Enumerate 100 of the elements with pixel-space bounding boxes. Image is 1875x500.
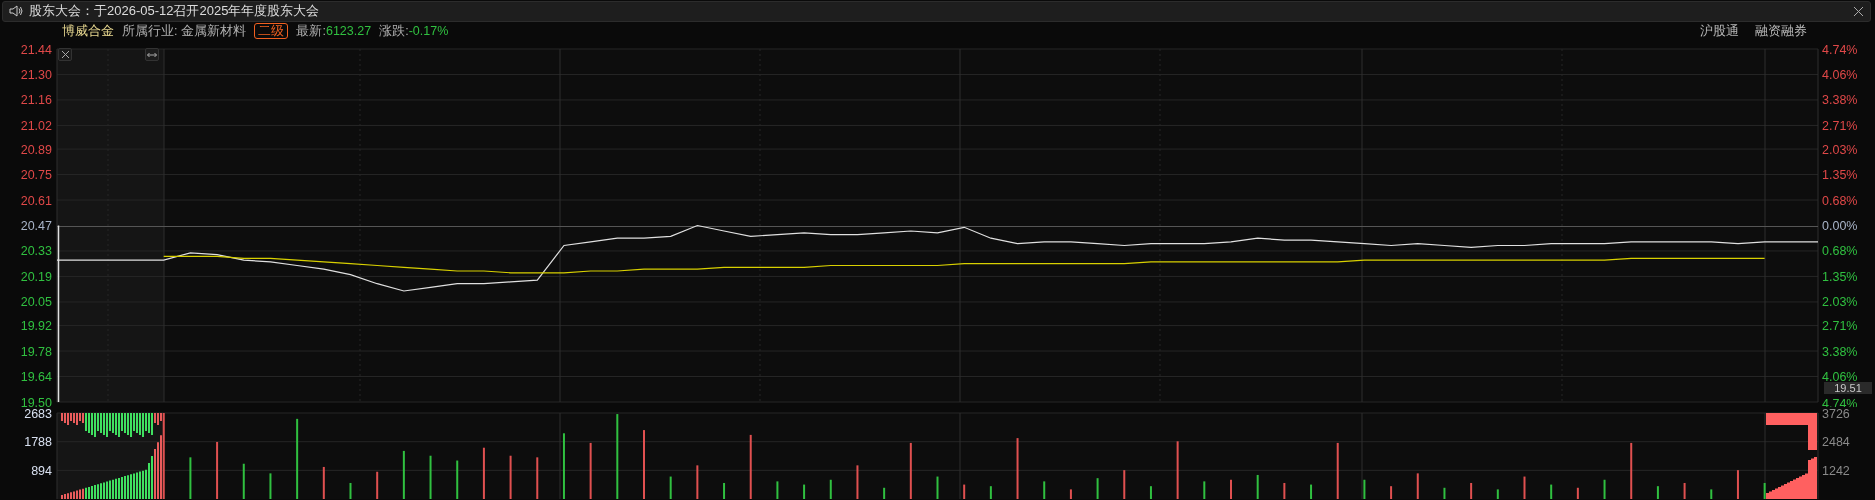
axis-label: 21.16 — [20, 93, 52, 108]
volume-bar — [509, 455, 512, 499]
volume-bar — [1710, 489, 1713, 499]
speaker-icon — [9, 5, 23, 18]
volume-bar — [562, 433, 565, 499]
industry-name: 金属新材料 — [181, 22, 247, 40]
axis-label: 2.03% — [1822, 295, 1858, 310]
volume-bar — [1683, 482, 1686, 499]
volume-bar — [669, 476, 672, 499]
close-button[interactable] — [58, 48, 72, 61]
volume-bar — [429, 455, 432, 499]
axis-label: 21.02 — [20, 118, 52, 133]
volume-bar — [402, 450, 405, 499]
axis-label: 4.74% — [1822, 396, 1858, 407]
axis-label: 20.33 — [20, 244, 52, 259]
axis-label: 1.35% — [1822, 168, 1858, 183]
volume-bar — [803, 484, 806, 499]
volume-bar — [482, 447, 485, 499]
volume-bar — [723, 482, 726, 499]
axis-label: 2.03% — [1822, 142, 1858, 157]
notice-text: 股东大会：于2026-05-12召开2025年年度股东大会 — [29, 2, 321, 21]
volume-bar — [1096, 478, 1099, 499]
axis-label: 1.35% — [1822, 269, 1858, 284]
resize-button[interactable] — [145, 48, 159, 61]
axis-label: 2683 — [24, 407, 52, 421]
volume-bar — [1283, 482, 1286, 499]
axis-label: 2.71% — [1822, 118, 1858, 133]
volume-bar — [1523, 476, 1526, 499]
close-icon — [1853, 5, 1864, 17]
double-arrow-icon — [147, 51, 157, 58]
axis-label: 4.06% — [1822, 370, 1858, 385]
industry-label: 所属行业: — [122, 22, 178, 40]
axis-label: 894 — [31, 463, 52, 478]
volume-bar — [936, 476, 939, 499]
axis-label: 4.06% — [1822, 67, 1858, 82]
volume-bar — [696, 465, 699, 499]
volume-bar — [589, 442, 592, 499]
volume-bar — [536, 457, 539, 499]
volume-bar — [989, 486, 992, 499]
close-button[interactable] — [1853, 5, 1864, 17]
axis-label: 4.74% — [1822, 42, 1858, 57]
volume-bar — [1256, 474, 1259, 499]
volume-bar — [1043, 481, 1046, 499]
volume-bar — [1443, 487, 1446, 499]
volume-bar — [1363, 479, 1366, 499]
axis-label: 1788 — [24, 435, 52, 450]
axis-label: 20.89 — [20, 142, 52, 157]
axis-label: 0.00% — [1822, 219, 1858, 233]
volume-bar — [1656, 486, 1659, 499]
volume-bar — [242, 463, 245, 499]
volume-bar — [1416, 473, 1419, 499]
axis-label: 0.68% — [1822, 244, 1858, 259]
axis-label: 21.30 — [20, 67, 52, 82]
axis-label: 20.47 — [20, 219, 52, 233]
axis-label: 20.61 — [20, 193, 52, 208]
axis-label: 19.92 — [20, 319, 52, 334]
axis-label: 19.50 — [20, 395, 52, 407]
volume-bar — [1576, 487, 1579, 499]
volume-bar — [269, 473, 272, 499]
volume-bar — [376, 471, 379, 499]
axis-label: 20.19 — [20, 269, 52, 284]
volume-bar — [963, 484, 966, 499]
volume-bar — [776, 481, 779, 499]
volume-bar — [1496, 489, 1499, 499]
change-label: 涨跌: — [379, 22, 409, 40]
axis-label: 0.68% — [1822, 193, 1858, 208]
axis-label: 3726 — [1822, 407, 1850, 421]
volume-bar — [1763, 482, 1766, 499]
volume-bar — [856, 465, 859, 499]
volume-bar — [909, 442, 912, 499]
axis-label: 2484 — [1822, 435, 1850, 450]
axis-label: 19.64 — [20, 370, 52, 385]
volume-bar — [1336, 442, 1339, 499]
volume-bar — [349, 482, 352, 499]
volume-bar — [1630, 442, 1633, 499]
axis-label: 21.44 — [20, 42, 52, 57]
market-tag: 融资融券 — [1755, 22, 1807, 40]
axis-label: 19.78 — [20, 344, 52, 359]
close-icon — [60, 50, 70, 59]
market-tag: 沪股通 — [1700, 22, 1739, 40]
volume-bar — [1390, 486, 1393, 499]
volume-bar — [1550, 484, 1553, 499]
volume-bar — [1176, 441, 1179, 499]
level-badge: 二级 — [254, 23, 289, 40]
volume-bar — [322, 466, 325, 499]
axis-label: 20.05 — [20, 295, 52, 310]
volume-bar — [1203, 481, 1206, 499]
volume-bar — [1069, 489, 1072, 499]
axis-label: 20.75 — [20, 168, 52, 183]
volume-bar — [1470, 482, 1473, 499]
volume-bar — [1016, 438, 1019, 499]
axis-label: 1242 — [1822, 463, 1850, 478]
stock-name: 博威合金 — [62, 22, 114, 40]
volume-bar — [1149, 486, 1152, 499]
volume-bar — [749, 434, 752, 499]
volume-bar — [456, 460, 459, 499]
volume-bar — [189, 457, 192, 499]
latest-label: 最新: — [296, 22, 326, 40]
volume-bar — [1310, 484, 1313, 499]
volume-bar — [1736, 470, 1739, 499]
